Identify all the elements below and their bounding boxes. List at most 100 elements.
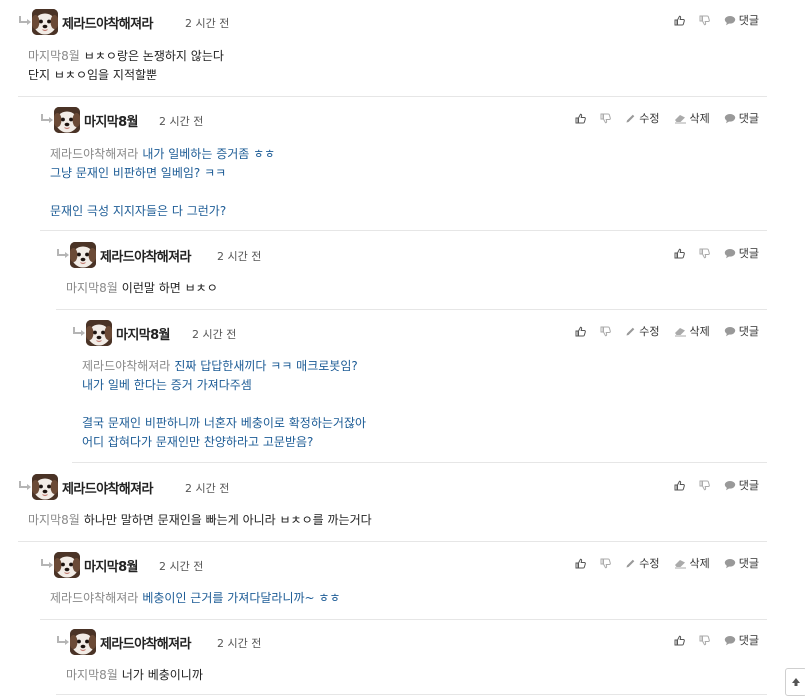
comment-body: 마지막8월 하나만 말하면 문재인을 빠는게 아니라 ㅂㅊㅇ를 까는거다: [28, 511, 767, 530]
reply-to-name[interactable]: 제라드야착해져라: [50, 147, 138, 161]
reply-to-name[interactable]: 제라드야착해져라: [50, 591, 138, 605]
comment-text: 너가 베충이니까: [121, 668, 203, 682]
comment-item: 마지막8월 2 시간 전 수정 삭제 댓글 제라드야착해져라 베충이인 근거를 가져다달라니…: [40, 552, 767, 620]
comment-item: 제라드야착해져라 2 시간 전 댓글 마지막8월 이런말 하면 ㅂㅊㅇ: [56, 242, 767, 310]
downvote-button[interactable]: [699, 15, 710, 26]
thumbs-up-icon: [674, 480, 685, 490]
avatar[interactable]: [32, 474, 58, 500]
downvote-button[interactable]: [699, 480, 710, 491]
thumbs-down-icon: [699, 15, 710, 25]
comment-actions: 수정 삭제 댓글: [561, 109, 759, 127]
author-name[interactable]: 마지막8월: [84, 111, 138, 130]
pencil-icon: [626, 114, 635, 122]
author-name[interactable]: 마지막8월: [84, 556, 138, 575]
comment-header: 제라드야착해져라 2 시간 전 댓글: [56, 629, 767, 655]
thumbs-up-icon: [575, 558, 587, 568]
upvote-button[interactable]: [674, 248, 685, 259]
author-name[interactable]: 제라드야착해져라: [62, 478, 153, 497]
thumbs-up-icon: [575, 326, 587, 336]
delete-button[interactable]: 삭제: [674, 323, 710, 339]
comment-line: 제라드야착해져라 진짜 답답한새끼다 ㅋㅋ 매크로봇임?: [82, 357, 767, 376]
edit-button[interactable]: 수정: [625, 323, 660, 339]
comment-line: 결국 문재인 비판하니까 너혼자 베충이로 확정하는거잖아: [82, 414, 767, 433]
reply-button-label: 댓글: [738, 247, 759, 260]
comment-actions: 댓글: [660, 631, 759, 649]
reply-button-label: 댓글: [738, 634, 759, 647]
comment-timestamp: 2 시간 전: [185, 482, 230, 495]
comment-actions: 댓글: [660, 244, 759, 262]
delete-button[interactable]: 삭제: [674, 110, 710, 126]
comment-header: 제라드야착해져라 2 시간 전 댓글: [18, 474, 767, 500]
comment-actions: 수정 삭제 댓글: [561, 322, 759, 340]
comment-text: 단지 ㅂㅊㅇ임을 지적할뿐: [28, 68, 158, 82]
speech-bubble-icon: [724, 635, 735, 645]
reply-to-name[interactable]: 마지막8월: [66, 281, 118, 295]
thumbs-down-icon: [699, 248, 710, 258]
avatar[interactable]: [32, 9, 58, 35]
reply-button[interactable]: 댓글: [724, 323, 759, 339]
downvote-button[interactable]: [600, 326, 612, 337]
comment-timestamp: 2 시간 전: [159, 560, 204, 573]
reply-arrow-icon: [19, 481, 31, 490]
reply-to-name[interactable]: 제라드야착해져라: [82, 359, 170, 373]
comment-text: 그냥 문재인 비판하면 일베임? ㅋㅋ: [50, 166, 227, 180]
downvote-button[interactable]: [699, 248, 710, 259]
comment-timestamp: 2 시간 전: [217, 637, 262, 650]
comment-text: 내가 일베하는 증거좀 ㅎㅎ: [142, 147, 276, 161]
thumbs-up-icon: [674, 15, 685, 25]
speech-bubble-icon: [724, 248, 735, 258]
upvote-button[interactable]: [674, 15, 685, 26]
downvote-button[interactable]: [699, 635, 710, 646]
upvote-button[interactable]: [674, 480, 685, 491]
reply-to-name[interactable]: 마지막8월: [66, 668, 118, 682]
reply-button[interactable]: 댓글: [724, 110, 759, 126]
edit-button[interactable]: 수정: [625, 555, 660, 571]
thumbs-down-icon: [600, 558, 612, 568]
author-name[interactable]: 제라드야착해져라: [62, 13, 153, 32]
upvote-button[interactable]: [575, 326, 587, 337]
dog-face-image: [70, 629, 96, 655]
reply-button[interactable]: 댓글: [724, 245, 759, 261]
scroll-to-top-button[interactable]: [785, 668, 805, 696]
avatar[interactable]: [54, 107, 80, 133]
edit-button-label: 수정: [639, 112, 660, 125]
comment-line: 그냥 문재인 비판하면 일베임? ㅋㅋ: [50, 164, 767, 183]
delete-button[interactable]: 삭제: [674, 555, 710, 571]
reply-button[interactable]: 댓글: [724, 12, 759, 28]
upvote-button[interactable]: [674, 635, 685, 646]
comment-item: 마지막8월 2 시간 전 수정 삭제 댓글 제라드야착해져라 내가 일베하는 증거좀 ㅎㅎ 그…: [40, 107, 767, 231]
thumbs-up-icon: [674, 248, 685, 258]
upvote-button[interactable]: [575, 113, 587, 124]
comment-actions: 댓글: [660, 11, 759, 29]
downvote-button[interactable]: [600, 558, 612, 569]
reply-arrow-icon: [57, 636, 69, 645]
comment-body: 마지막8월 너가 베충이니까: [66, 666, 767, 685]
avatar[interactable]: [86, 320, 112, 346]
edit-button[interactable]: 수정: [625, 110, 660, 126]
reply-button[interactable]: 댓글: [724, 477, 759, 493]
avatar[interactable]: [70, 242, 96, 268]
eraser-icon: [674, 114, 686, 123]
delete-button-label: 삭제: [689, 325, 710, 338]
upvote-button[interactable]: [575, 558, 587, 569]
thumbs-down-icon: [699, 635, 710, 645]
comment-line: 마지막8월 너가 베충이니까: [66, 666, 767, 685]
author-name[interactable]: 제라드야착해져라: [100, 246, 191, 265]
avatar[interactable]: [54, 552, 80, 578]
reply-arrow-icon: [41, 114, 53, 123]
comment-line: 내가 일베 한다는 증거 가져다주셈: [82, 376, 767, 395]
reply-button-label: 댓글: [738, 112, 759, 125]
downvote-button[interactable]: [600, 113, 612, 124]
reply-to-name[interactable]: 마지막8월: [28, 49, 80, 63]
edit-button-label: 수정: [639, 325, 660, 338]
reply-to-name[interactable]: 마지막8월: [28, 513, 80, 527]
reply-button[interactable]: 댓글: [724, 555, 759, 571]
comment-header: 제라드야착해져라 2 시간 전 댓글: [18, 9, 767, 35]
reply-button[interactable]: 댓글: [724, 632, 759, 648]
comment-line: 마지막8월 ㅂㅊㅇ랑은 논쟁하지 않는다: [28, 47, 767, 66]
author-name[interactable]: 제라드야착해져라: [100, 633, 191, 652]
avatar[interactable]: [70, 629, 96, 655]
comment-text: 결국 문재인 비판하니까 너혼자 베충이로 확정하는거잖아: [82, 416, 367, 430]
author-name[interactable]: 마지막8월: [116, 324, 170, 343]
speech-bubble-icon: [724, 15, 735, 25]
